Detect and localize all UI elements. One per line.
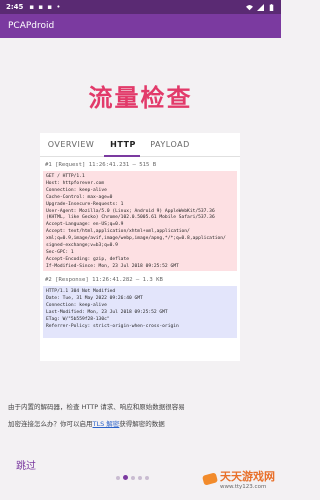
tls-decryption-link[interactable]: TLS 解密 — [93, 420, 120, 428]
page-dot — [138, 475, 142, 480]
page-dot — [116, 475, 120, 480]
description-suffix: 获得解密的数据 — [119, 420, 165, 428]
response-line: HTTP/1.1 304 Not Modified — [46, 289, 116, 294]
response-line: Referrer-Policy: strict-origin-when-cros… — [46, 323, 179, 329]
response-line: ETag: W/"5b559f28-130c" — [46, 316, 110, 322]
page-dot — [145, 475, 149, 480]
response-header: #2 [Response] 11:26:41.282 — 1.3 KB — [45, 277, 163, 283]
request-line: Upgrade-Insecure-Requests: 1 — [46, 201, 124, 207]
response-line: Last-Modified: Mon, 23 Jul 2018 09:25:52… — [46, 309, 168, 315]
request-content: GET / HTTP/1.1 Host: httpforever.com Con… — [43, 171, 237, 271]
tab-indicator — [104, 155, 140, 157]
request-line: Accept-Encoding: gzip, deflate — [46, 256, 129, 262]
response-line: Connection: keep-alive — [46, 302, 107, 308]
request-line: Cache-Control: max-age=0 — [46, 194, 113, 200]
status-bar: 2:45 ▪ ▪ ▪ • — [0, 0, 281, 14]
description-line-1: 由于内置的解码器，检查 HTTP 请求、响应和原始数据很容易 — [8, 403, 185, 411]
page-headline: 流量检查 — [88, 84, 193, 112]
response-line: Date: Tue, 31 May 2022 09:26:40 GMT — [46, 295, 143, 301]
signal-icon — [257, 3, 264, 11]
skip-button[interactable]: 跳过 — [16, 457, 36, 472]
request-line: Connection: keep-alive — [46, 187, 107, 193]
tab-overview[interactable]: OVERVIEW — [40, 133, 102, 156]
page-dot-active — [123, 475, 128, 480]
watermark-text: 天天游戏网 www.tty123.com — [220, 468, 275, 490]
response-content: HTTP/1.1 304 Not Modified Date: Tue, 31 … — [43, 286, 237, 338]
app-bar: PCAPdroid — [0, 14, 281, 38]
watermark: 天天游戏网 www.tty123.com — [203, 461, 279, 496]
request-line: signed-exchange;v=b3;q=0.9 — [46, 243, 118, 249]
watermark-title: 天天游戏网 — [220, 469, 275, 483]
app-title: PCAPdroid — [8, 21, 55, 31]
request-line: Sec-GPC: 1 — [46, 249, 74, 255]
watermark-logo-icon — [203, 472, 217, 486]
screenshot-card: OVERVIEW HTTP PAYLOAD #1 [Request] 11:26… — [40, 133, 240, 361]
request-line: If-Modified-Since: Mon, 23 Jul 2018 09:2… — [46, 263, 179, 269]
description-line-2: 加密连接怎么办？你可以启用TLS 解密获得解密的数据 — [8, 418, 165, 428]
battery-icon — [269, 3, 274, 11]
tab-http[interactable]: HTTP — [102, 133, 144, 156]
request-line: GET / HTTP/1.1 — [46, 174, 85, 179]
status-icons — [246, 3, 275, 11]
watermark-url: www.tty123.com — [220, 483, 267, 490]
page-dot — [131, 475, 135, 480]
request-header: #1 [Request] 11:26:41.231 — 515 B — [45, 162, 157, 168]
notification-icons: ▪ ▪ ▪ • — [29, 3, 62, 11]
request-line: Host: httpforever.com — [46, 180, 105, 186]
tab-payload[interactable]: PAYLOAD — [144, 133, 196, 156]
description-prefix: 加密连接怎么办？你可以启用 — [8, 420, 93, 428]
page-indicator — [116, 475, 149, 480]
tab-bar: OVERVIEW HTTP PAYLOAD — [40, 133, 240, 157]
wifi-icon — [246, 4, 253, 10]
status-time: 2:45 — [6, 3, 24, 11]
